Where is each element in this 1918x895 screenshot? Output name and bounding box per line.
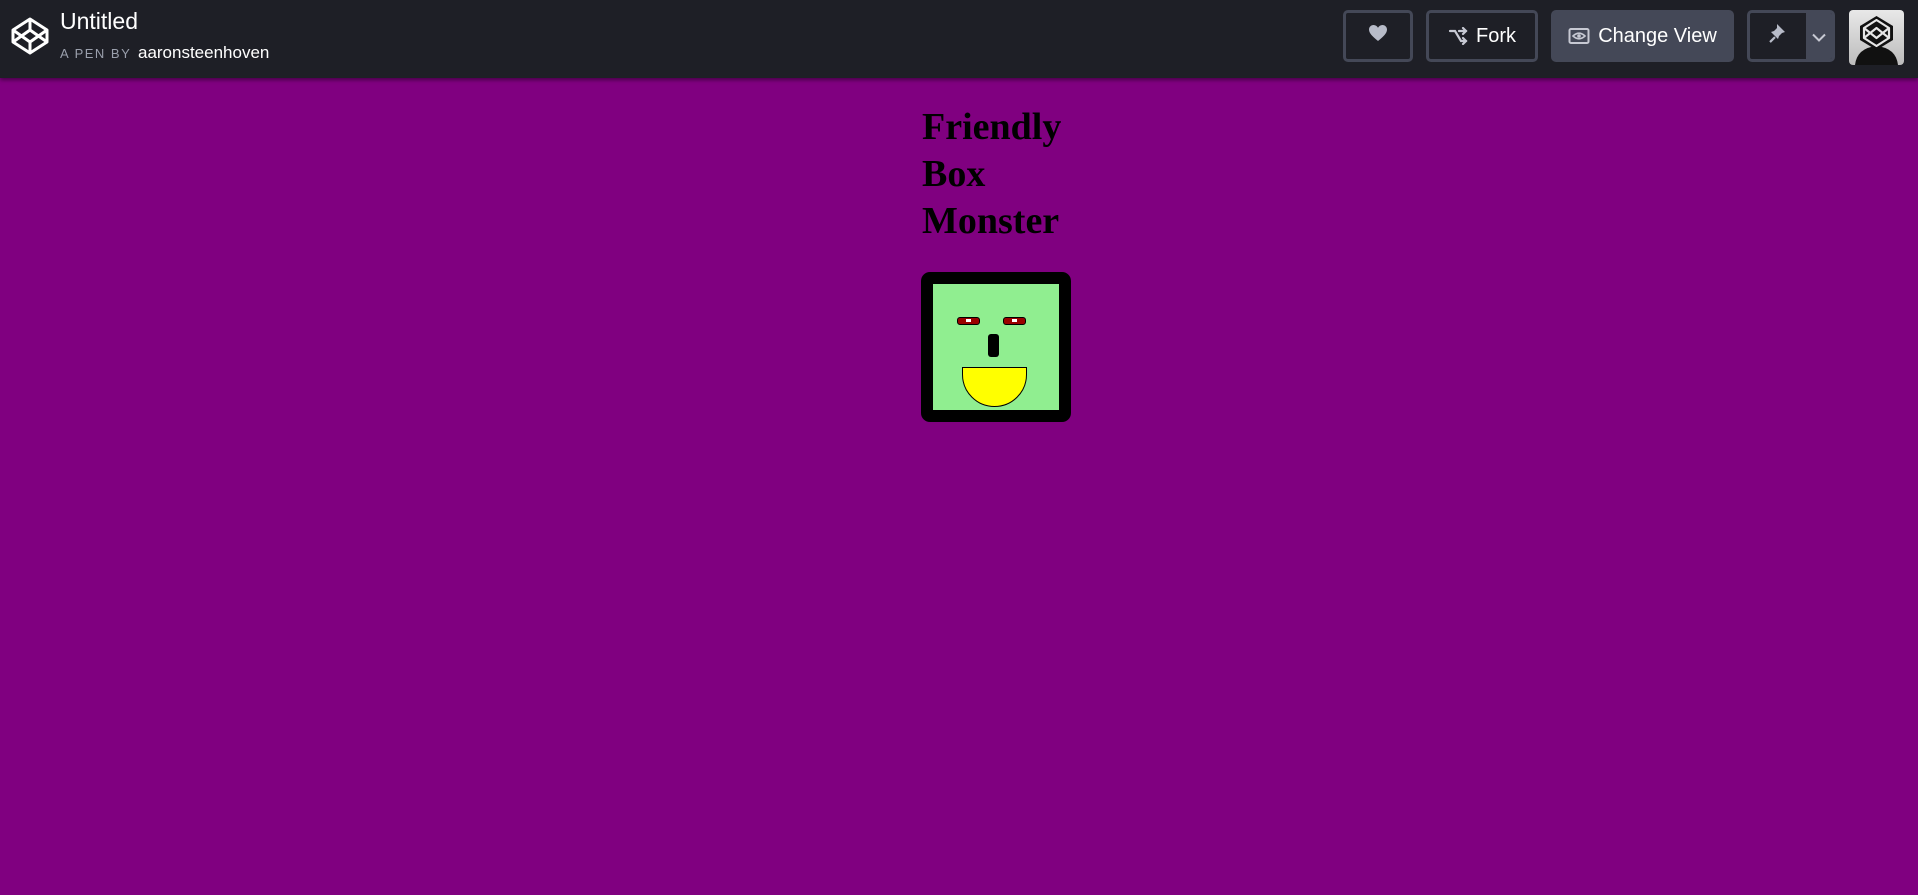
heart-icon [1368,24,1388,48]
monster-right-pupil [1012,319,1017,322]
monster-nose [988,334,999,357]
monster-left-eye [957,317,980,325]
chevron-down-icon [1812,25,1826,48]
author-link[interactable]: aaronsteenhoven [138,43,269,62]
pen-title[interactable]: Untitled [60,8,138,35]
pin-icon [1769,23,1787,49]
monster-left-pupil [966,319,971,322]
codepen-header: Untitled A PEN BY aaronsteenhoven Fork C… [0,0,1918,78]
fork-button[interactable]: Fork [1426,10,1538,62]
pin-button[interactable] [1750,13,1806,59]
fork-label: Fork [1476,24,1516,47]
monster-mouth [962,367,1027,407]
fork-icon [1448,27,1468,45]
author-prefix: A PEN BY [60,46,132,61]
pin-button-group [1747,10,1835,62]
pin-dropdown-button[interactable] [1805,13,1832,59]
heart-button[interactable] [1343,10,1413,62]
pen-author-line: A PEN BY aaronsteenhoven [60,43,269,63]
change-view-icon [1568,27,1590,45]
page-title: Friendly Box Monster [922,106,1062,242]
change-view-button[interactable]: Change View [1551,10,1734,62]
change-view-label: Change View [1598,24,1717,47]
codepen-logo-icon[interactable] [10,16,50,56]
monster-right-eye [1003,317,1026,325]
user-avatar[interactable] [1849,10,1904,65]
box-monster [921,272,1071,422]
